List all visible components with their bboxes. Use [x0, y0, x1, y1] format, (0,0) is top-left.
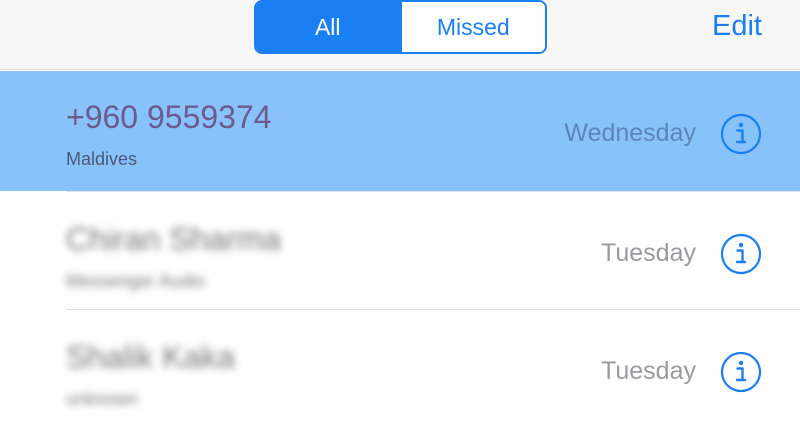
call-row[interactable]: Shalik Kaka unknown Tuesday — [0, 309, 800, 424]
segment-missed[interactable]: Missed — [399, 2, 545, 52]
info-icon[interactable] — [720, 351, 762, 393]
recents-screen: All Missed Edit +960 9559374 Maldives We… — [0, 0, 800, 424]
call-row-subtitle: unknown — [66, 389, 139, 409]
call-row-date: Tuesday — [601, 357, 696, 385]
call-row-name: +960 9559374 — [66, 99, 272, 135]
info-icon[interactable] — [720, 113, 762, 155]
call-row-subtitle: Messenger Audio — [66, 271, 206, 291]
segment-all[interactable]: All — [256, 2, 400, 52]
call-row-subtitle: Maldives — [66, 149, 138, 169]
call-row-name: Chiran Sharma — [66, 221, 282, 257]
call-row-name: Shalik Kaka — [66, 339, 235, 375]
call-row-date: Wednesday — [564, 119, 696, 147]
navigation-bar: All Missed Edit — [0, 0, 800, 70]
call-row[interactable]: +960 9559374 Maldives Wednesday — [0, 71, 800, 191]
call-row-date: Tuesday — [601, 239, 696, 267]
edit-button[interactable]: Edit — [712, 10, 762, 43]
call-filter-segmented-control: All Missed — [254, 0, 547, 54]
recent-calls-list: +960 9559374 Maldives Wednesday Chiran S… — [0, 71, 800, 424]
info-icon[interactable] — [720, 233, 762, 275]
call-row[interactable]: Chiran Sharma Messenger Audio Tuesday — [0, 191, 800, 309]
